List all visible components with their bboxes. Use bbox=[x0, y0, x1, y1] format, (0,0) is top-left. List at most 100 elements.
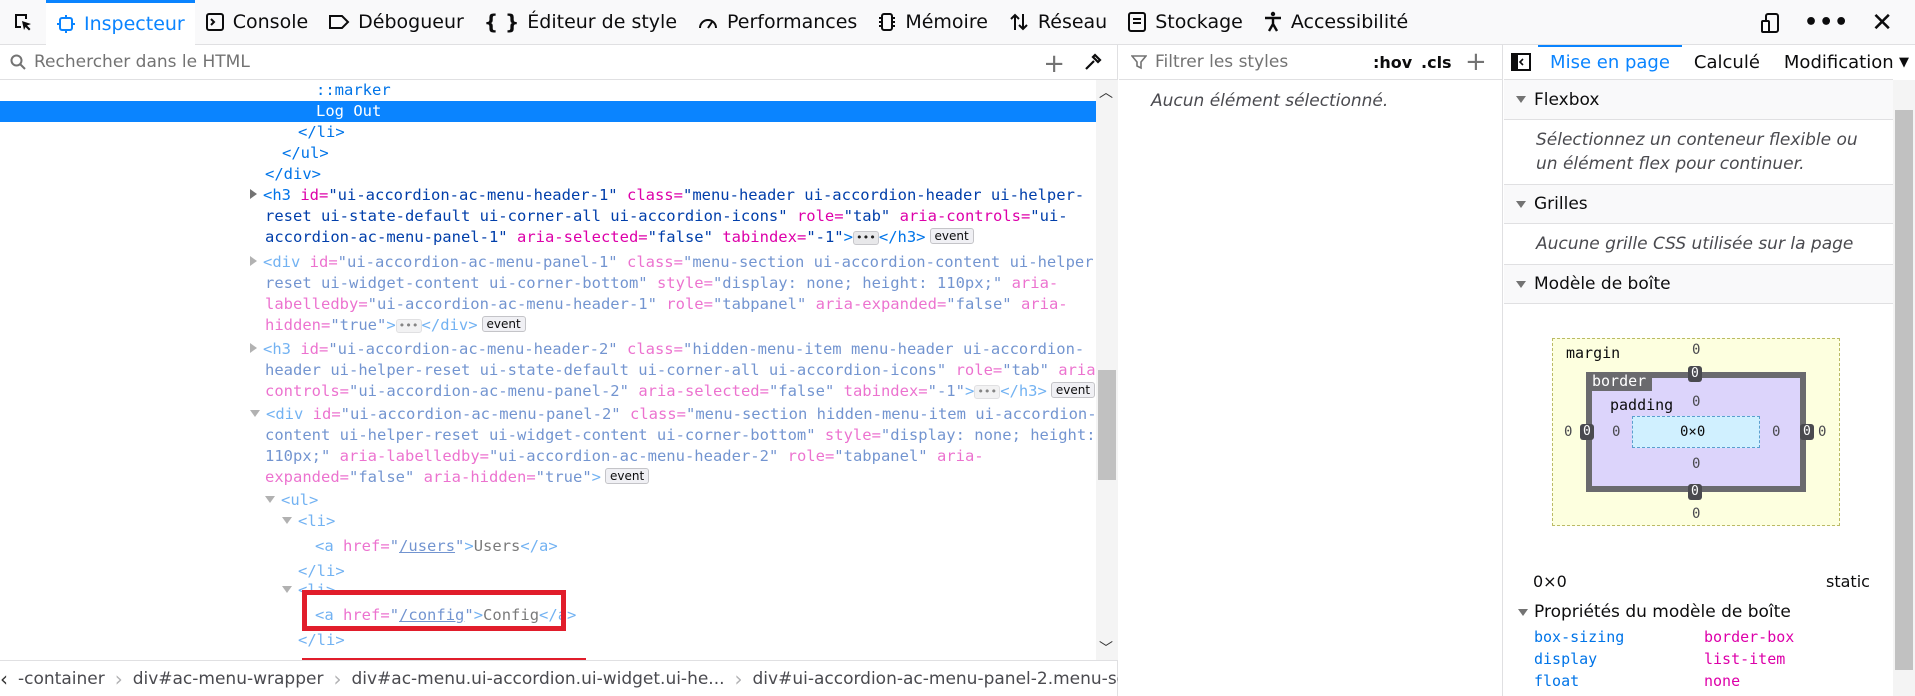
tree-line[interactable]: reset ui-widget-content ui-corner-bottom… bbox=[0, 273, 1096, 294]
padding-right-value[interactable]: 0 bbox=[1772, 424, 1780, 440]
hov-toggle[interactable]: :hov bbox=[1373, 53, 1412, 72]
memory-icon bbox=[879, 13, 896, 31]
tab-label: Accessibilité bbox=[1290, 11, 1409, 33]
tree-line[interactable]: <h3 id="ui-accordion-ac-menu-header-1" c… bbox=[0, 185, 1096, 206]
tree-line[interactable]: labelledby="ui-accordion-ac-menu-header-… bbox=[0, 294, 1096, 315]
scrollbar-thumb[interactable] bbox=[1098, 370, 1116, 480]
padding-left-value[interactable]: 0 bbox=[1612, 424, 1620, 440]
breadcrumb-item[interactable]: div#ui-accordion-ac-menu-panel-2.menu-se… bbox=[743, 669, 1118, 689]
tab-accessibility[interactable]: Accessibilité bbox=[1253, 0, 1418, 45]
border-right-value[interactable]: 0 bbox=[1800, 424, 1814, 440]
tab-label: Performances bbox=[727, 11, 858, 33]
border-top-value[interactable]: 0 bbox=[1688, 366, 1702, 382]
padding-label: padding bbox=[1610, 396, 1674, 414]
tab-console[interactable]: Console bbox=[195, 0, 318, 45]
tree-line[interactable]: </ul> bbox=[0, 143, 1096, 164]
accessibility-icon bbox=[1264, 11, 1281, 32]
scrollbar-thumb[interactable] bbox=[1895, 110, 1913, 670]
section-title: Grilles bbox=[1534, 194, 1588, 214]
property-row: float none bbox=[1504, 672, 1893, 694]
chevron-down-icon[interactable]: ▼ bbox=[1893, 45, 1915, 80]
tree-line[interactable]: accordion-ac-menu-panel-1" aria-selected… bbox=[0, 227, 1096, 248]
filter-icon bbox=[1131, 55, 1147, 70]
panel-toggle-icon bbox=[1511, 53, 1532, 71]
toolbar-right: ••• ✕ bbox=[1760, 0, 1915, 45]
breadcrumb-item[interactable]: div#ac-menu-wrapper bbox=[123, 669, 334, 689]
tree-line[interactable]: reset ui-state-default ui-corner-all ui-… bbox=[0, 206, 1096, 227]
markup-scrollbar[interactable]: ︿ ﹀ bbox=[1096, 80, 1118, 660]
scroll-up-icon[interactable]: ︿ bbox=[1099, 82, 1113, 102]
event-badge[interactable]: event bbox=[481, 316, 526, 332]
margin-top-value[interactable]: 0 bbox=[1692, 342, 1700, 358]
tree-line[interactable]: </li> bbox=[0, 561, 1096, 582]
event-badge[interactable]: event bbox=[1050, 382, 1096, 398]
tab-label: Console bbox=[232, 11, 309, 33]
tree-line[interactable]: expanded="false" aria-hidden="true"> even… bbox=[0, 467, 1096, 488]
search-input[interactable]: Rechercher dans le HTML bbox=[34, 52, 250, 72]
tree-line[interactable]: <div id="ui-accordion-ac-menu-panel-1" c… bbox=[0, 252, 1096, 273]
tree-line[interactable]: <ul> bbox=[0, 490, 1096, 511]
tree-line[interactable]: </li> bbox=[0, 122, 1096, 143]
tab-network[interactable]: Réseau bbox=[998, 0, 1117, 45]
add-node-icon[interactable]: + bbox=[1043, 49, 1065, 79]
section-flexbox-header[interactable]: Flexbox bbox=[1504, 80, 1893, 120]
event-badge[interactable]: event bbox=[929, 228, 974, 244]
padding-top-value[interactable]: 0 bbox=[1692, 394, 1700, 410]
styles-filter-bar[interactable]: Filtrer les styles :hov .cls + bbox=[1119, 45, 1502, 80]
responsive-design-icon[interactable] bbox=[1760, 12, 1782, 34]
tab-layout[interactable]: Mise en page bbox=[1538, 44, 1682, 80]
tree-line[interactable]: hidden="true"> ••• </div> event bbox=[0, 315, 1096, 336]
cls-toggle[interactable]: .cls bbox=[1421, 53, 1452, 72]
tab-style-editor[interactable]: { } Éditeur de style bbox=[474, 0, 687, 45]
tab-debugger[interactable]: Débogueur bbox=[318, 0, 474, 45]
tab-memory[interactable]: Mémoire bbox=[867, 0, 998, 45]
tree-line-selected[interactable]: Log Out bbox=[0, 101, 1096, 122]
properties-header[interactable]: Propriétés du modèle de boîte bbox=[1504, 596, 1893, 628]
tree-line[interactable]: 110px;" aria-labelledby="ui-accordion-ac… bbox=[0, 446, 1096, 467]
tree-line[interactable]: <div id="ui-accordion-ac-menu-panel-2" c… bbox=[0, 404, 1096, 425]
section-grid-header[interactable]: Grilles bbox=[1504, 184, 1893, 224]
add-rule-icon[interactable]: + bbox=[1465, 47, 1487, 77]
section-boxmodel-header[interactable]: Modèle de boîte bbox=[1504, 264, 1893, 304]
tree-line[interactable]: </div> bbox=[0, 164, 1096, 185]
property-row: display list-item bbox=[1504, 650, 1893, 672]
margin-left-value[interactable]: 0 bbox=[1564, 424, 1572, 440]
box-model-properties: Propriétés du modèle de boîte box-sizing… bbox=[1504, 596, 1893, 696]
chevron-left-icon[interactable]: ‹ bbox=[0, 667, 8, 691]
tree-line[interactable]: ::marker bbox=[0, 80, 1096, 101]
tree-line[interactable]: header ui-helper-reset ui-state-default … bbox=[0, 360, 1096, 381]
eyedropper-icon[interactable] bbox=[1083, 52, 1103, 77]
tab-performance[interactable]: Performances bbox=[687, 0, 867, 45]
html-search-bar[interactable]: Rechercher dans le HTML + bbox=[0, 45, 1117, 80]
breadcrumb-item[interactable]: div#ac-menu.ui-accordion.ui-widget.ui-he… bbox=[341, 669, 734, 689]
tab-storage[interactable]: Stockage bbox=[1117, 0, 1253, 45]
margin-right-value[interactable]: 0 bbox=[1818, 424, 1826, 440]
layout-scrollbar[interactable] bbox=[1893, 80, 1915, 696]
tree-line[interactable]: controls="ui-accordion-ac-menu-panel-2" … bbox=[0, 381, 1096, 402]
tab-inspector[interactable]: Inspecteur bbox=[46, 0, 195, 45]
breadcrumb: ‹ -container › div#ac-menu-wrapper › div… bbox=[0, 660, 1118, 696]
tree-line[interactable]: <h3 id="ui-accordion-ac-menu-header-2" c… bbox=[0, 339, 1096, 360]
element-picker-button[interactable] bbox=[0, 0, 46, 45]
markup-tree[interactable]: ::marker Log Out </li> </ul> </div> <h3 … bbox=[0, 80, 1096, 660]
event-badge[interactable]: event bbox=[605, 468, 650, 484]
padding-bottom-value[interactable]: 0 bbox=[1692, 456, 1700, 472]
border-left-value[interactable]: 0 bbox=[1580, 424, 1594, 440]
more-options-icon[interactable]: ••• bbox=[1804, 10, 1849, 35]
content-size-value[interactable]: 0×0 bbox=[1680, 424, 1705, 440]
search-icon bbox=[10, 54, 26, 70]
tree-line[interactable]: content ui-helper-reset ui-widget-conten… bbox=[0, 425, 1096, 446]
tab-label: Stockage bbox=[1155, 11, 1243, 33]
border-bottom-value[interactable]: 0 bbox=[1688, 484, 1702, 500]
tree-line-users-link[interactable]: <a href="/users">Users</a> bbox=[0, 536, 1096, 557]
tab-computed[interactable]: Calculé bbox=[1682, 45, 1772, 80]
highlight-box-users bbox=[302, 590, 566, 631]
tree-line[interactable]: <li> bbox=[0, 511, 1096, 532]
margin-bottom-value[interactable]: 0 bbox=[1692, 506, 1700, 522]
filter-styles-input[interactable]: Filtrer les styles bbox=[1155, 52, 1288, 72]
scroll-down-icon[interactable]: ﹀ bbox=[1099, 638, 1113, 658]
close-icon[interactable]: ✕ bbox=[1871, 8, 1893, 38]
tree-line[interactable]: </li> bbox=[0, 630, 1096, 651]
toggle-panes-button[interactable] bbox=[1504, 53, 1538, 71]
breadcrumb-item[interactable]: -container bbox=[8, 669, 115, 689]
